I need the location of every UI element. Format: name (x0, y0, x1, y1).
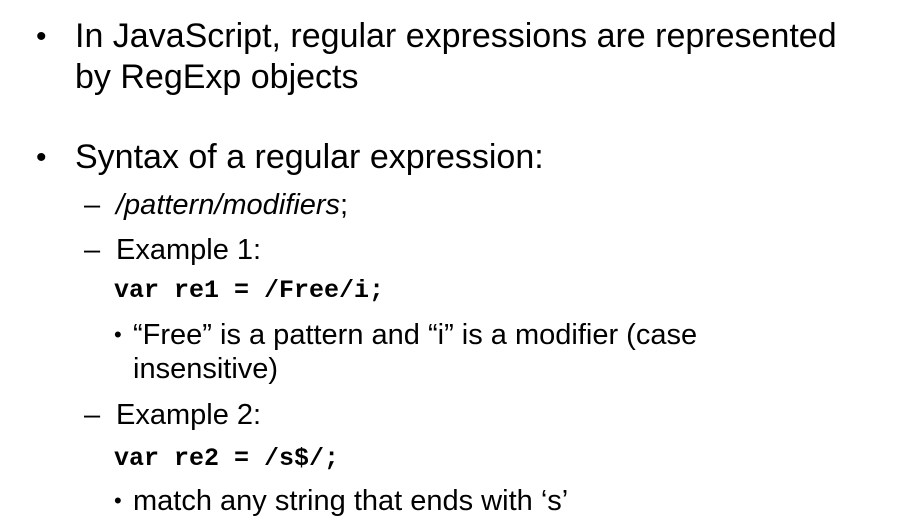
bullet-text-line-1: In JavaScript, regular expressions are r… (75, 17, 837, 55)
note-text: “Free” is a pattern and “i” is a modifie… (133, 318, 833, 386)
bullet-marker: • (36, 20, 47, 53)
example-2-label: Example 2: (116, 399, 262, 431)
dash-marker: – (84, 234, 101, 266)
example-2-note: • match any string that ends with ‘s’ (114, 484, 834, 518)
example-1-code: var re1 = /Free/i; (114, 276, 385, 305)
bullet-javascript-regexp: • In JavaScript, regular expressions are… (22, 16, 902, 98)
note-text-line-2: insensitive) (133, 353, 279, 385)
sub-item-syntax: –/pattern/modifiers; (84, 188, 348, 222)
bullet-text: Syntax of a regular expression: (75, 138, 544, 176)
sub-item-example-2: – Example 2: (84, 398, 261, 432)
bullet-text-line-2: by RegExp objects (75, 58, 359, 96)
example-1-label: Example 1: (116, 234, 262, 266)
note-marker: • (114, 322, 122, 347)
note-marker: • (114, 488, 122, 513)
syntax-semicolon: ; (340, 189, 349, 221)
bullet-marker: • (36, 141, 47, 174)
dash-marker: – (84, 399, 101, 431)
bullet-text: In JavaScript, regular expressions are r… (75, 16, 895, 98)
syntax-pattern: /pattern/modifiers (116, 189, 341, 221)
sub-item-example-1: – Example 1: (84, 233, 261, 267)
dash-marker: – (84, 189, 101, 221)
slide: • In JavaScript, regular expressions are… (0, 0, 921, 531)
example-2-code: var re2 = /s$/; (114, 444, 340, 473)
bullet-syntax: • Syntax of a regular expression: (22, 137, 902, 178)
note-text: match any string that ends with ‘s’ (133, 485, 569, 517)
example-1-note: • “Free” is a pattern and “i” is a modif… (114, 318, 834, 386)
note-text-line-1: “Free” is a pattern and “i” is a modifie… (133, 319, 698, 351)
